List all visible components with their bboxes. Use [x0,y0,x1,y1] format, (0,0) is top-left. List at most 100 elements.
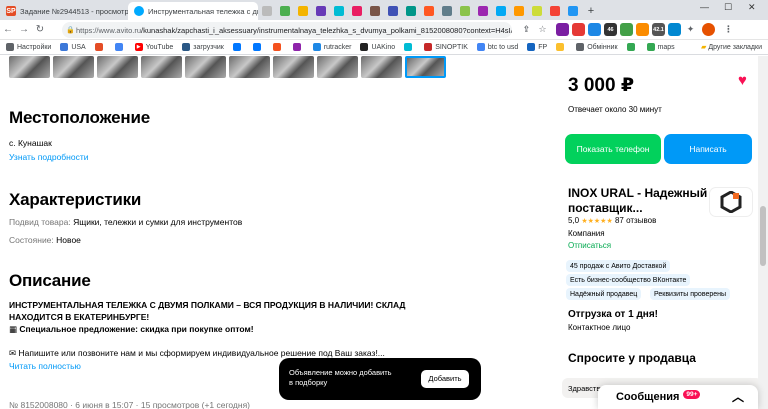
bookmark-item[interactable] [556,43,567,51]
photo-thumbnail[interactable] [317,56,358,78]
bookmark-item[interactable]: btc to usd [476,43,518,51]
bookmark-item[interactable]: загрузчик [182,43,224,51]
mail-icon: ✉ [9,348,17,358]
photo-thumbnail[interactable] [273,56,314,78]
pinned-tab[interactable] [475,3,491,19]
bookmark-item[interactable] [272,43,284,51]
maps-icon [646,43,655,51]
bookmark-favicon-icon [576,43,585,51]
extension-icon[interactable] [588,23,601,36]
messages-widget[interactable]: Сообщения 99+ ︿ [598,385,758,409]
other-bookmarks[interactable]: ▰ Другие закладки [701,43,762,51]
bookmark-item[interactable] [114,43,126,51]
pinned-tab[interactable] [331,3,347,19]
bookmark-item[interactable] [626,43,638,51]
pinned-tab[interactable] [313,3,329,19]
extension-icon[interactable] [668,23,681,36]
pinned-tab[interactable] [385,3,401,19]
ltc-price-icon[interactable]: 42.1 [652,23,665,36]
minimize-icon[interactable]: — [700,2,709,12]
bookmark-item[interactable]: SINOPTIK [424,43,468,51]
photo-thumbnail[interactable] [185,56,226,78]
pinned-tab[interactable] [403,3,419,19]
tab-avito[interactable]: Инструментальная тележка с дву ✕ [128,2,258,20]
shipping-title: Отгрузка от 1 дня! [568,309,658,320]
photo-thumbnail[interactable] [361,56,402,78]
extension-icon[interactable] [556,23,569,36]
seller-type: Компания [568,229,605,238]
bookmark-item[interactable]: FP [527,43,547,51]
pinned-tab[interactable] [259,3,275,19]
seller-badge: 45 продаж с Авито Доставкой [566,260,671,272]
download-icon [182,43,191,51]
bookmark-item[interactable]: rutracker [312,43,351,51]
photo-thumbnail[interactable] [141,56,182,78]
bookmark-item[interactable] [232,43,244,51]
pinned-tab[interactable] [421,3,437,19]
read-more-link[interactable]: Читать полностью [9,361,81,371]
reload-icon[interactable]: ↻ [32,24,48,35]
unsubscribe-link[interactable]: Отписаться [568,241,611,250]
profile-avatar-icon[interactable] [702,23,715,36]
bookmark-item[interactable] [94,43,106,51]
new-tab-button[interactable]: + [583,3,599,19]
photo-thumbnail[interactable] [229,56,270,78]
pinned-tab[interactable] [457,3,473,19]
add-to-collection-button[interactable]: Добавить [421,370,469,388]
seller-logo[interactable] [710,188,752,216]
page-scrollbar[interactable] [758,56,768,409]
pinned-tab[interactable] [493,3,509,19]
pinned-tab[interactable] [295,3,311,19]
location-details-link[interactable]: Узнать подробности [9,152,88,162]
pinned-tab[interactable] [547,3,563,19]
seller-name[interactable]: INOX URAL - Надежный поставщик... [568,186,708,216]
seller-badge: Реквизиты проверены [650,288,731,300]
back-icon[interactable]: ← [0,24,16,35]
pinned-tab[interactable] [367,3,383,19]
photo-thumbnail[interactable] [53,56,94,78]
scrollbar-thumb[interactable] [760,206,766,266]
bookmark-item[interactable]: Обмінник [576,43,618,51]
vk-icon [232,43,241,51]
bookmark-item[interactable]: maps [646,43,675,51]
bookmark-item[interactable]: ▶ YouTube [134,43,173,51]
bookmark-item[interactable] [404,43,415,51]
close-window-icon[interactable]: ✕ [748,2,756,13]
favorite-heart-icon[interactable]: ♥ [738,72,747,89]
pinned-tab[interactable] [439,3,455,19]
photo-thumbnail[interactable] [9,56,50,78]
uakino-icon [360,43,369,51]
extension-icon[interactable] [636,23,649,36]
forward-icon[interactable]: → [16,24,32,35]
menu-dots-icon[interactable]: ⋮ [722,23,735,36]
photo-thumbnail[interactable] [97,56,138,78]
tab-task[interactable]: SP Задание №2944513 - просмотр з ✕ [0,2,128,20]
puzzle-icon[interactable]: ✦ [684,23,697,36]
pinned-tab[interactable] [565,3,581,19]
chevron-up-icon[interactable]: ︿ [732,388,744,405]
bookmark-star-icon[interactable]: ☆ [536,23,549,36]
bookmark-item[interactable] [252,43,264,51]
maximize-icon[interactable]: ☐ [724,2,732,13]
extension-icon[interactable] [572,23,585,36]
bookmark-item[interactable]: UAKino [360,43,395,51]
pinned-tab[interactable] [349,3,365,19]
bookmark-item[interactable] [292,43,304,51]
photo-thumbnail-selected[interactable] [405,56,446,78]
bookmark-item[interactable]: Настройки [6,43,51,51]
shop-icon: ▦ [9,324,18,334]
extension-badge-icon[interactable]: 46 [604,23,617,36]
seller-rating[interactable]: 5,0 ★★★★★ 87 отзывов [568,216,656,225]
pinned-tab[interactable] [529,3,545,19]
rutracker-icon [312,43,321,51]
gear-icon [6,43,14,51]
pinned-tab[interactable] [277,3,293,19]
url-input[interactable]: 🔒 https://www.avito.ru/kunashak/zapchast… [62,22,512,38]
show-phone-button[interactable]: Показать телефон [565,134,661,164]
youtube-icon: ▶ [134,43,143,51]
share-icon[interactable]: ⇪ [520,23,533,36]
extension-icon[interactable] [620,23,633,36]
write-message-button[interactable]: Написать [664,134,752,164]
bookmark-item[interactable]: USA [60,43,86,51]
pinned-tab[interactable] [511,3,527,19]
